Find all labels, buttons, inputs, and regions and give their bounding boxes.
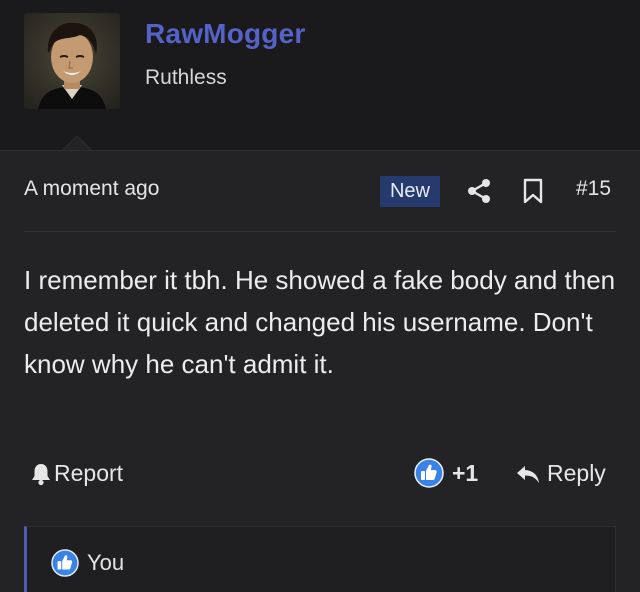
user-header: RawMogger Ruthless — [0, 0, 640, 150]
post-page: RawMogger Ruthless A moment ago New #15 … — [0, 0, 640, 592]
reactor-item[interactable]: You — [51, 549, 124, 577]
post-timestamp[interactable]: A moment ago — [24, 177, 159, 201]
reply-arrow-icon — [517, 465, 539, 483]
reply-label: Reply — [547, 460, 606, 486]
post-actions: Report +1 Reply — [24, 458, 616, 494]
new-badge: New — [380, 176, 440, 207]
post-number-link[interactable]: #15 — [576, 177, 611, 201]
reaction-summary[interactable]: +1 — [414, 458, 478, 488]
reactor-name: You — [87, 550, 125, 575]
report-label: Report — [54, 460, 124, 486]
report-button[interactable]: Report — [30, 460, 123, 487]
post-meta-row: A moment ago New #15 — [24, 176, 616, 207]
thumbs-up-icon — [51, 549, 79, 577]
avatar[interactable] — [24, 13, 120, 109]
user-title: Ruthless — [145, 66, 227, 89]
username-link[interactable]: RawMogger — [145, 18, 305, 50]
post-pointer-arrow — [58, 132, 94, 150]
post-message: I remember it tbh. He showed a fake body… — [24, 265, 616, 379]
reactions-bar[interactable]: You — [24, 526, 616, 592]
meta-divider — [24, 231, 616, 232]
reaction-count: +1 — [452, 459, 479, 486]
bookmark-icon[interactable] — [522, 177, 544, 205]
share-icon[interactable] — [466, 177, 492, 205]
thumbs-up-icon — [414, 458, 444, 488]
reply-button[interactable]: Reply — [515, 460, 606, 487]
bell-icon — [32, 463, 50, 485]
